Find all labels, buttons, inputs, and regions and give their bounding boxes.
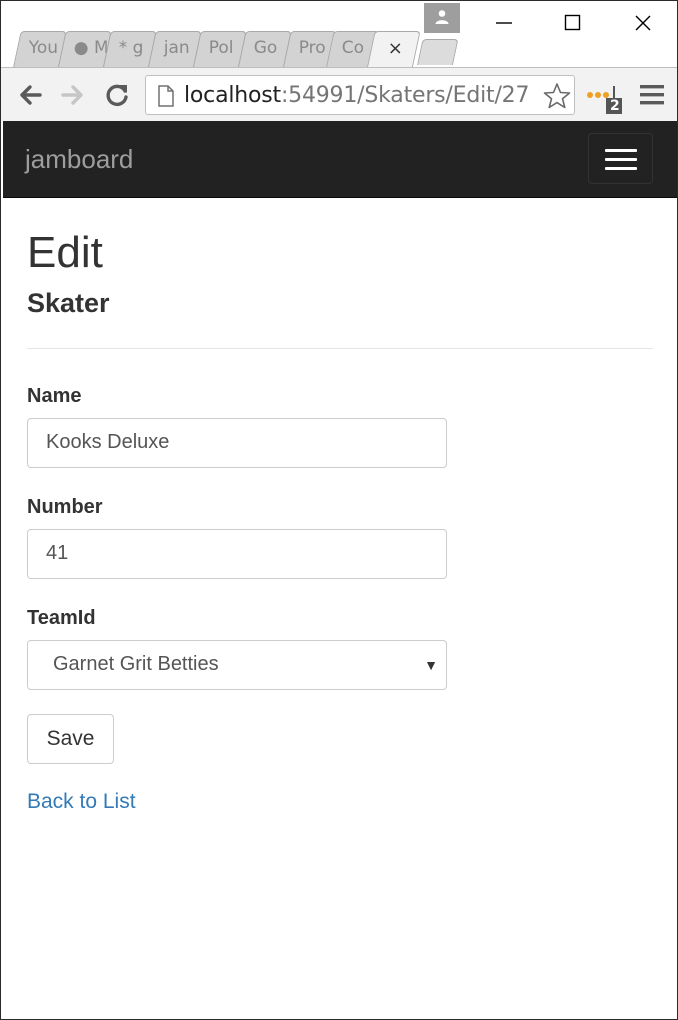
page-title: Edit xyxy=(27,228,103,277)
page-content: Edit Skater Name Kooks Deluxe Number 41 … xyxy=(3,198,677,1019)
tab-label: Go xyxy=(253,38,278,58)
nav-toggle-button[interactable] xyxy=(588,133,653,184)
divider xyxy=(27,348,653,349)
tab-strip: You ● M * g jan Pol Go Pro Co × xyxy=(1,1,677,69)
tab-label: Pro xyxy=(298,38,326,58)
person-icon xyxy=(435,10,449,24)
page-icon xyxy=(158,85,174,107)
brand-link[interactable]: jamboard xyxy=(25,144,133,175)
extension-badge: 2 xyxy=(610,98,620,114)
tab-label: ● M xyxy=(73,38,107,58)
profile-button[interactable] xyxy=(424,3,460,33)
page-subtitle: Skater xyxy=(27,288,110,318)
arrow-left-icon xyxy=(20,85,42,105)
extension-button[interactable]: 2 xyxy=(585,81,625,114)
minimize-button[interactable] xyxy=(481,5,525,41)
tab-label: Pol xyxy=(208,38,234,58)
teamid-select[interactable]: Garnet Grit Betties ▼ xyxy=(27,640,447,690)
teamid-selected-value: Garnet Grit Betties xyxy=(53,653,219,675)
forward-button[interactable] xyxy=(58,80,88,110)
close-window-button[interactable] xyxy=(620,5,664,41)
teamid-label: TeamId xyxy=(27,607,96,629)
address-bar[interactable]: localhost:54991/Skaters/Edit/27 xyxy=(145,75,575,115)
hamburger-icon xyxy=(605,149,637,152)
menu-button[interactable] xyxy=(637,80,667,110)
site-navbar: jamboard xyxy=(3,121,677,198)
url-host: localhost xyxy=(184,83,281,108)
tab-label: jan xyxy=(163,38,190,58)
arrow-right-icon xyxy=(61,85,83,105)
reload-button[interactable] xyxy=(102,80,132,110)
url-text[interactable]: localhost:54991/Skaters/Edit/27 xyxy=(184,83,529,108)
new-tab-button[interactable] xyxy=(417,39,459,65)
browser-window: You ● M * g jan Pol Go Pro Co × localhos… xyxy=(0,0,678,1020)
reload-icon xyxy=(106,84,128,107)
hamburger-icon xyxy=(640,85,664,105)
close-icon xyxy=(635,15,651,31)
name-input[interactable]: Kooks Deluxe xyxy=(27,418,447,468)
back-to-list-link[interactable]: Back to List xyxy=(27,790,136,814)
star-icon[interactable] xyxy=(542,81,572,111)
minimize-icon xyxy=(496,22,512,24)
save-button[interactable]: Save xyxy=(27,714,114,764)
number-input[interactable]: 41 xyxy=(27,529,447,579)
browser-toolbar: localhost:54991/Skaters/Edit/27 2 xyxy=(1,67,677,121)
tab-label: You xyxy=(28,38,59,58)
caret-down-icon: ▼ xyxy=(424,657,438,673)
url-path: :54991/Skaters/Edit/27 xyxy=(280,83,530,108)
number-label: Number xyxy=(27,496,103,518)
name-label: Name xyxy=(27,385,82,407)
tab-active[interactable]: × xyxy=(367,31,421,67)
close-tab-icon[interactable]: × xyxy=(372,32,416,67)
tab-label: * g xyxy=(118,38,144,58)
maximize-button[interactable] xyxy=(550,5,594,41)
maximize-icon xyxy=(564,14,581,31)
back-button[interactable] xyxy=(15,80,45,110)
